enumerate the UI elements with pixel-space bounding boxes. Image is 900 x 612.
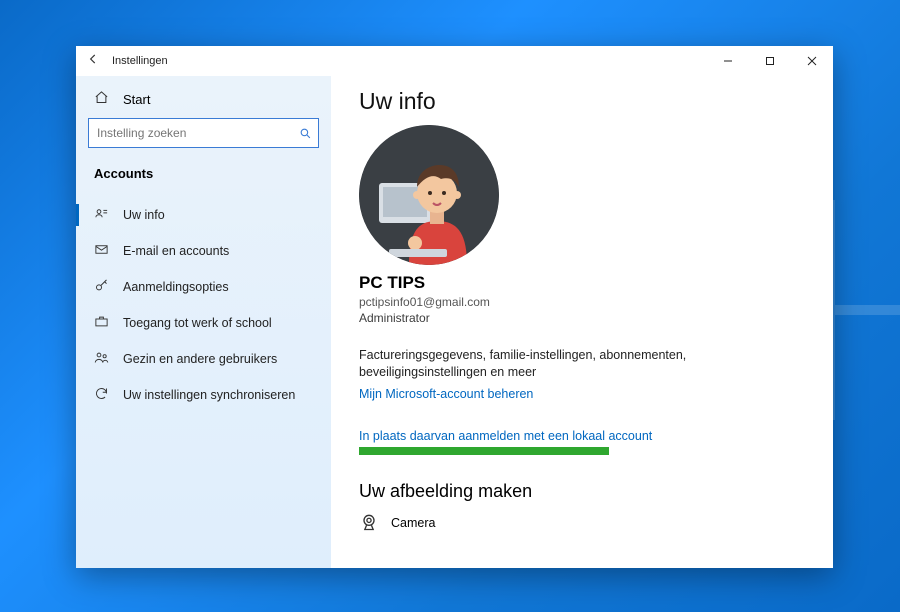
sidebar: Start Accounts Uw info	[76, 76, 331, 568]
highlight-bar	[359, 447, 609, 455]
home-button[interactable]: Start	[76, 84, 331, 118]
search-field[interactable]	[89, 126, 292, 140]
key-icon	[94, 278, 109, 296]
briefcase-icon	[94, 314, 109, 332]
home-icon	[94, 90, 109, 108]
search-input[interactable]	[88, 118, 319, 148]
home-label: Start	[123, 92, 150, 107]
person-card-icon	[94, 206, 109, 224]
people-icon	[94, 350, 109, 368]
camera-label: Camera	[391, 516, 435, 530]
close-button[interactable]	[791, 46, 833, 76]
sidebar-item-sync[interactable]: Uw instellingen synchroniseren	[76, 377, 331, 413]
page-title: Uw info	[359, 88, 833, 115]
sidebar-section-label: Accounts	[76, 162, 331, 197]
avatar	[359, 125, 499, 265]
account-email: pctipsinfo01@gmail.com	[359, 295, 833, 309]
sign-in-local-account-link[interactable]: In plaats daarvan aanmelden met een loka…	[359, 429, 833, 443]
manage-account-link[interactable]: Mijn Microsoft-account beheren	[359, 387, 833, 401]
back-icon[interactable]	[86, 52, 100, 71]
titlebar: Instellingen	[76, 46, 833, 76]
display-name: PC TIPS	[359, 273, 833, 293]
camera-option[interactable]: Camera	[359, 512, 833, 535]
sidebar-item-family[interactable]: Gezin en andere gebruikers	[76, 341, 331, 377]
picture-heading: Uw afbeelding maken	[359, 481, 833, 502]
window-title: Instellingen	[112, 55, 168, 67]
sidebar-item-label: Gezin en andere gebruikers	[123, 352, 277, 366]
mail-icon	[94, 242, 109, 260]
sidebar-item-your-info[interactable]: Uw info	[76, 197, 331, 233]
sidebar-item-label: Uw instellingen synchroniseren	[123, 388, 295, 402]
camera-icon	[359, 512, 379, 535]
search-icon	[292, 127, 318, 140]
sidebar-item-email-accounts[interactable]: E-mail en accounts	[76, 233, 331, 269]
account-role: Administrator	[359, 311, 833, 325]
sidebar-item-label: Toegang tot werk of school	[123, 316, 272, 330]
content-pane: Uw info	[331, 76, 833, 568]
settings-window: Instellingen Start	[76, 46, 833, 568]
sidebar-item-label: Uw info	[123, 208, 165, 222]
billing-blurb: Factureringsgegevens, familie-instelling…	[359, 347, 699, 381]
sidebar-item-signin-options[interactable]: Aanmeldingsopties	[76, 269, 331, 305]
sidebar-item-label: Aanmeldingsopties	[123, 280, 229, 294]
sync-icon	[94, 386, 109, 404]
sidebar-item-work-school[interactable]: Toegang tot werk of school	[76, 305, 331, 341]
maximize-button[interactable]	[749, 46, 791, 76]
sidebar-item-label: E-mail en accounts	[123, 244, 229, 258]
minimize-button[interactable]	[707, 46, 749, 76]
